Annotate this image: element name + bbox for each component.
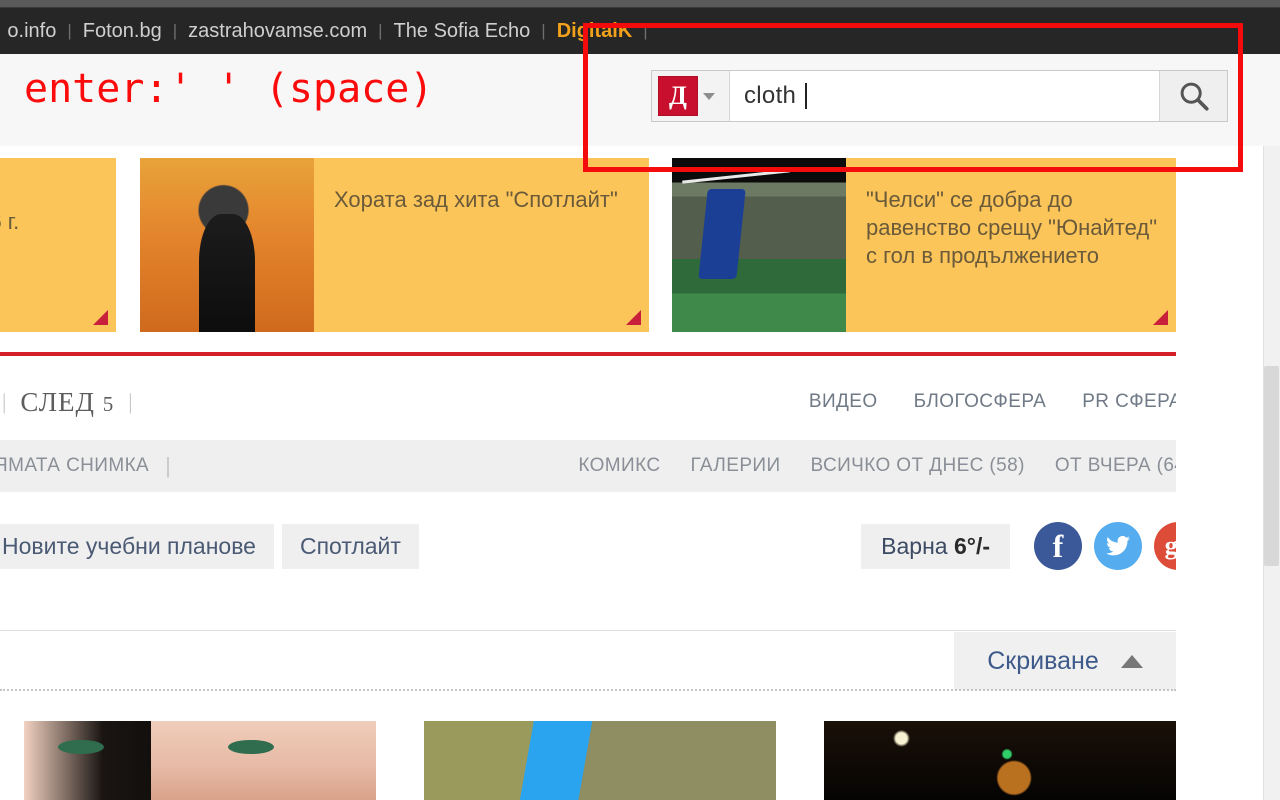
- nav-separator: |: [2, 389, 6, 415]
- card-corner-icon: [93, 310, 108, 325]
- thumbnail-item[interactable]: [24, 721, 376, 800]
- highlight-card-title: Хората зад хита "Спотлайт": [314, 158, 634, 332]
- browser-chrome-strip: [0, 0, 1280, 8]
- nav-link-galleries[interactable]: ГАЛЕРИИ: [690, 455, 780, 477]
- nav-separator: |: [165, 453, 171, 479]
- nav-link-big-photo[interactable]: ЯМАТА СНИМКА: [0, 455, 149, 477]
- nav-link-pr-sphere[interactable]: PR СФЕРА: [1082, 391, 1182, 413]
- search-input[interactable]: cloth: [730, 71, 1159, 121]
- brand-word: СЛЕД: [20, 387, 95, 417]
- brand-label: СЛЕД 5: [20, 387, 114, 418]
- highlight-cards-row: имки 6 г. Хората зад хита "Спотлайт" "Че…: [0, 158, 1280, 332]
- nav-separator: |: [128, 389, 132, 415]
- nav-link-yesterday[interactable]: ОТ ВЧЕРА (64): [1055, 455, 1192, 477]
- search-submit-button[interactable]: [1159, 71, 1227, 121]
- weather-widget[interactable]: Варна 6°/-: [861, 524, 1010, 569]
- page-root: | o.info | Foton.bg | zastrahovamse.com …: [0, 0, 1280, 800]
- secondary-section-nav: ЯМАТА СНИМКА | КОМИКС ГАЛЕРИИ ВСИЧКО ОТ …: [0, 440, 1280, 492]
- nav-link-video[interactable]: ВИДЕО: [809, 391, 878, 413]
- brand-sled5[interactable]: | СЛЕД 5 |: [2, 387, 133, 418]
- highlight-card-thumbnail: [140, 158, 314, 332]
- action-annotation-label: enter:' ' (space): [24, 66, 433, 112]
- primary-section-nav: | СЛЕД 5 | ВИДЕО БЛОГОСФЕРА PR СФЕРА: [0, 376, 1280, 428]
- page-right-gutter: [1176, 146, 1263, 800]
- partner-link-oinfo[interactable]: o.info: [0, 20, 67, 43]
- weather-temperature: 6°/-: [954, 533, 990, 559]
- weather-city: Варна: [881, 533, 947, 559]
- highlight-card[interactable]: Хората зад хита "Спотлайт": [140, 158, 649, 332]
- search-engine-selector[interactable]: Д: [652, 71, 730, 121]
- tag-chip-spotlight[interactable]: Спотлайт: [282, 524, 419, 569]
- chevron-down-icon[interactable]: [703, 93, 715, 100]
- partner-link-zastrahovamse[interactable]: zastrahovamse.com: [177, 20, 378, 43]
- highlight-card-thumbnail: [672, 158, 846, 332]
- search-input-value: cloth: [744, 82, 796, 110]
- chevron-up-icon: [1121, 655, 1143, 668]
- highlight-card[interactable]: имки 6 г.: [0, 158, 116, 332]
- search-widget: Д cloth: [651, 70, 1228, 122]
- partner-links-bar: | o.info | Foton.bg | zastrahovamse.com …: [0, 8, 1280, 54]
- thumbnail-item[interactable]: [824, 721, 1176, 800]
- thumbnail-strip: [0, 721, 1280, 800]
- partner-link-digitalk[interactable]: DigitalK: [546, 20, 644, 43]
- facebook-icon[interactable]: f: [1034, 522, 1082, 570]
- partner-separator: |: [643, 21, 647, 41]
- hide-panel-label: Скриване: [987, 647, 1098, 676]
- text-cursor: [805, 83, 807, 109]
- secondary-nav-left: ЯМАТА СНИМКА |: [0, 453, 171, 479]
- card-corner-icon: [1153, 310, 1168, 325]
- brand-number: 5: [103, 392, 115, 416]
- vertical-scrollbar[interactable]: [1263, 146, 1280, 800]
- tag-chip-new-curricula[interactable]: Новите учебни планове: [0, 524, 274, 569]
- secondary-nav-links: КОМИКС ГАЛЕРИИ ВСИЧКО ОТ ДНЕС (58) ОТ ВЧ…: [578, 455, 1280, 477]
- tags-and-utility-row: Новите учебни планове Спотлайт Варна 6°/…: [0, 516, 1280, 576]
- search-icon: [1177, 79, 1211, 113]
- nav-link-blogosphere[interactable]: БЛОГОСФЕРА: [914, 391, 1047, 413]
- highlight-card-title: "Челси" се добра до равенство срещу "Юна…: [846, 158, 1176, 332]
- card-corner-icon: [626, 310, 641, 325]
- highlight-card-title: имки 6 г.: [0, 158, 35, 332]
- dotted-divider: [0, 689, 1176, 691]
- content-panel-header: Скриване: [0, 630, 1176, 690]
- engine-logo-icon: Д: [658, 76, 698, 116]
- section-divider: [0, 352, 1280, 356]
- partner-links-list: | o.info | Foton.bg | zastrahovamse.com …: [0, 20, 648, 43]
- thumbnail-item[interactable]: [424, 721, 776, 800]
- hide-panel-button[interactable]: Скриване: [954, 632, 1176, 690]
- page-right-gutter-band: [1176, 516, 1263, 576]
- nav-link-all-today[interactable]: ВСИЧКО ОТ ДНЕС (58): [811, 455, 1025, 477]
- twitter-icon[interactable]: [1094, 522, 1142, 570]
- scrollbar-thumb[interactable]: [1264, 366, 1279, 566]
- partner-link-sofia-echo[interactable]: The Sofia Echo: [383, 20, 542, 43]
- highlight-card[interactable]: "Челси" се добра до равенство срещу "Юна…: [672, 158, 1176, 332]
- partner-link-foton[interactable]: Foton.bg: [72, 20, 173, 43]
- nav-link-comics[interactable]: КОМИКС: [578, 455, 660, 477]
